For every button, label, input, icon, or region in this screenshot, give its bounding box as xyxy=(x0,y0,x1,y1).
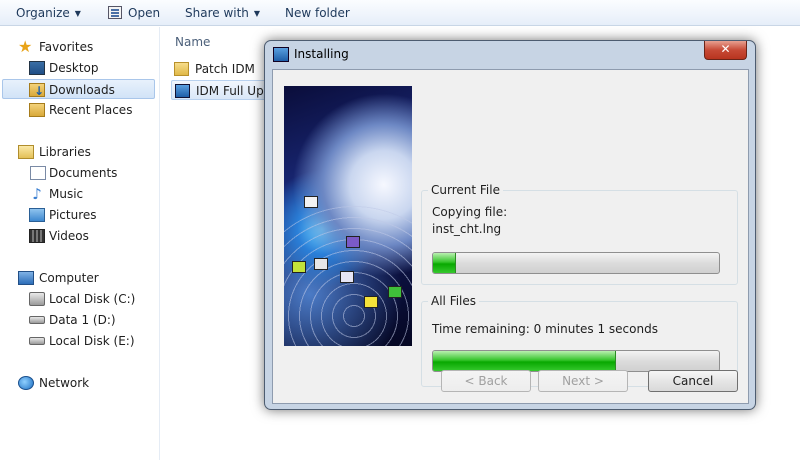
open-button[interactable]: Open xyxy=(108,5,160,21)
nav-local-disk-c-label: Local Disk (C:) xyxy=(49,292,136,306)
floating-cube xyxy=(346,236,360,248)
nav-downloads[interactable]: Downloads xyxy=(2,79,155,101)
chevron-down-icon: ▼ xyxy=(74,9,81,18)
nav-downloads-label: Downloads xyxy=(49,83,115,97)
nav-computer[interactable]: Computer xyxy=(0,268,158,288)
copying-file-label: Copying file: xyxy=(432,205,508,219)
current-file-name: inst_cht.lng xyxy=(432,222,502,236)
file-name: IDM Full Upd xyxy=(196,84,267,98)
nav-favorites-label: Favorites xyxy=(39,40,94,54)
installer-artwork xyxy=(284,86,412,346)
file-item[interactable]: IDM Full Upd xyxy=(171,80,267,100)
drive-icon xyxy=(29,337,45,345)
desktop-icon xyxy=(29,61,45,75)
nav-recent-places-label: Recent Places xyxy=(49,103,133,117)
installer-icon xyxy=(175,84,190,98)
folder-icon xyxy=(174,62,189,76)
recent-places-icon xyxy=(29,103,45,117)
file-name: Patch IDM xyxy=(195,62,255,76)
column-header-name[interactable]: Name xyxy=(175,35,210,49)
current-file-caption: Current File xyxy=(428,183,503,197)
installing-dialog: Installing ✕ Current File Copying file: … xyxy=(264,40,756,410)
current-file-progress-bar xyxy=(432,252,720,274)
nav-data1-d-label: Data 1 (D:) xyxy=(49,313,116,327)
close-icon: ✕ xyxy=(720,42,731,56)
nav-local-disk-e-label: Local Disk (E:) xyxy=(49,334,135,348)
cancel-button[interactable]: Cancel xyxy=(648,370,738,392)
floating-cube xyxy=(388,286,402,298)
nav-local-disk-e[interactable]: Local Disk (E:) xyxy=(0,331,158,351)
back-button[interactable]: < Back xyxy=(441,370,531,392)
open-label: Open xyxy=(128,6,161,20)
downloads-icon xyxy=(29,81,45,101)
nav-network-label: Network xyxy=(39,376,90,390)
nav-network[interactable]: Network xyxy=(0,373,158,393)
nav-videos[interactable]: Videos xyxy=(0,226,158,246)
navigation-pane: ★ Favorites Desktop Downloads Recent Pla… xyxy=(0,27,160,460)
time-remaining-text: Time remaining: 0 minutes 1 seconds xyxy=(432,322,658,336)
command-bar: Organize ▼ Open Share with ▼ New folder xyxy=(0,0,800,26)
organize-menu[interactable]: Organize ▼ xyxy=(16,5,81,21)
music-icon: ♪ xyxy=(32,185,42,203)
nav-documents-label: Documents xyxy=(49,166,118,180)
installer-icon xyxy=(273,47,289,62)
nav-computer-label: Computer xyxy=(39,271,99,285)
network-icon xyxy=(18,376,34,390)
current-file-group: Current File Copying file: inst_cht.lng xyxy=(421,183,738,285)
nav-documents[interactable]: Documents xyxy=(0,163,158,183)
open-icon xyxy=(108,6,122,19)
floating-cube xyxy=(314,258,328,270)
nav-favorites[interactable]: ★ Favorites xyxy=(0,37,158,57)
system-drive-icon xyxy=(29,292,45,306)
floating-cube xyxy=(292,261,306,273)
documents-icon xyxy=(30,166,46,180)
new-folder-label: New folder xyxy=(285,6,350,20)
nav-pictures[interactable]: Pictures xyxy=(0,205,158,225)
computer-icon xyxy=(18,271,34,285)
nav-libraries-label: Libraries xyxy=(39,145,91,159)
chevron-down-icon: ▼ xyxy=(253,9,261,18)
nav-desktop[interactable]: Desktop xyxy=(0,58,158,78)
file-item[interactable]: Patch IDM xyxy=(171,59,267,79)
nav-music[interactable]: ♪ Music xyxy=(0,184,158,204)
dialog-title: Installing xyxy=(294,47,349,61)
nav-desktop-label: Desktop xyxy=(49,61,99,75)
videos-icon xyxy=(29,229,45,243)
pictures-icon xyxy=(29,208,45,222)
dialog-body: Current File Copying file: inst_cht.lng … xyxy=(272,69,749,404)
close-button[interactable]: ✕ xyxy=(704,41,747,60)
next-button[interactable]: Next > xyxy=(538,370,628,392)
nav-data1-d[interactable]: Data 1 (D:) xyxy=(0,310,158,330)
nav-local-disk-c[interactable]: Local Disk (C:) xyxy=(0,289,158,309)
all-files-progress-bar xyxy=(432,350,720,372)
floating-cube xyxy=(304,196,318,208)
nav-recent-places[interactable]: Recent Places xyxy=(0,100,158,120)
floating-cube xyxy=(340,271,354,283)
drive-icon xyxy=(29,316,45,324)
all-files-progress-fill xyxy=(433,351,617,371)
new-folder-button[interactable]: New folder xyxy=(285,5,350,21)
organize-label: Organize xyxy=(16,6,70,20)
star-icon: ★ xyxy=(18,37,33,56)
nav-music-label: Music xyxy=(49,187,84,201)
floating-cube xyxy=(364,296,378,308)
libraries-icon xyxy=(18,145,34,159)
nav-libraries[interactable]: Libraries xyxy=(0,142,158,162)
share-with-label: Share with xyxy=(185,6,249,20)
current-file-progress-fill xyxy=(433,253,456,273)
nav-pictures-label: Pictures xyxy=(49,208,97,222)
nav-videos-label: Videos xyxy=(49,229,89,243)
share-with-menu[interactable]: Share with ▼ xyxy=(185,5,260,21)
all-files-caption: All Files xyxy=(428,294,480,308)
